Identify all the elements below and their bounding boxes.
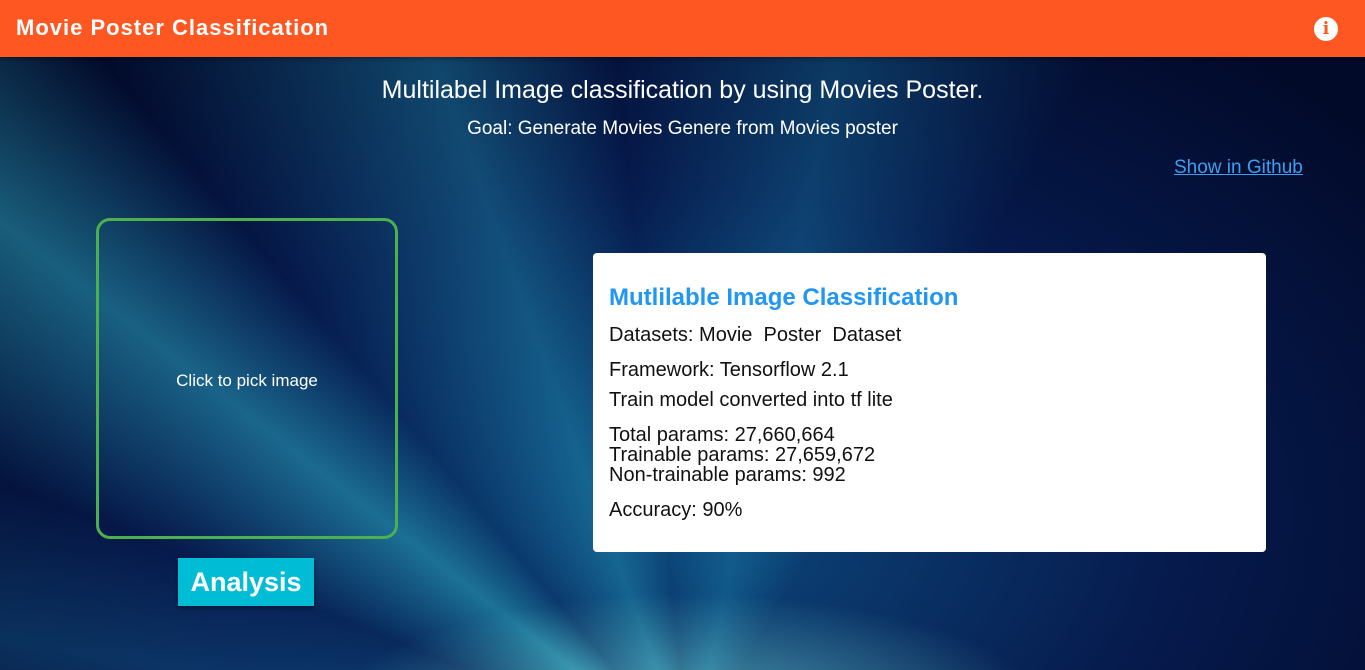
image-picker[interactable]: Click to pick image xyxy=(96,218,398,539)
image-picker-label: Click to pick image xyxy=(176,371,318,390)
info-icon[interactable]: i xyxy=(1314,17,1338,41)
framework-text: Framework: Tensorflow 2.1 xyxy=(609,359,849,381)
page-headline: Multilabel Image classification by using… xyxy=(381,76,984,104)
model-info-card: Mutlilable Image Classification Datasets… xyxy=(593,253,1266,552)
github-link[interactable]: Show in Github xyxy=(1174,157,1303,179)
non-trainable-params-text: Non-trainable params: 992 xyxy=(609,464,846,486)
accuracy-text: Accuracy: 90% xyxy=(609,499,743,521)
conversion-text: Train model converted into tf lite xyxy=(609,389,893,411)
card-title: Mutlilable Image Classification xyxy=(609,284,959,311)
datasets-text: Datasets: Movie Poster Dataset xyxy=(609,324,902,346)
analysis-button[interactable]: Analysis xyxy=(178,558,314,606)
page-goal: Goal: Generate Movies Genere from Movies… xyxy=(467,118,898,139)
app-bar: Movie Poster Classification i xyxy=(0,0,1365,57)
app-title: Movie Poster Classification xyxy=(16,15,330,40)
